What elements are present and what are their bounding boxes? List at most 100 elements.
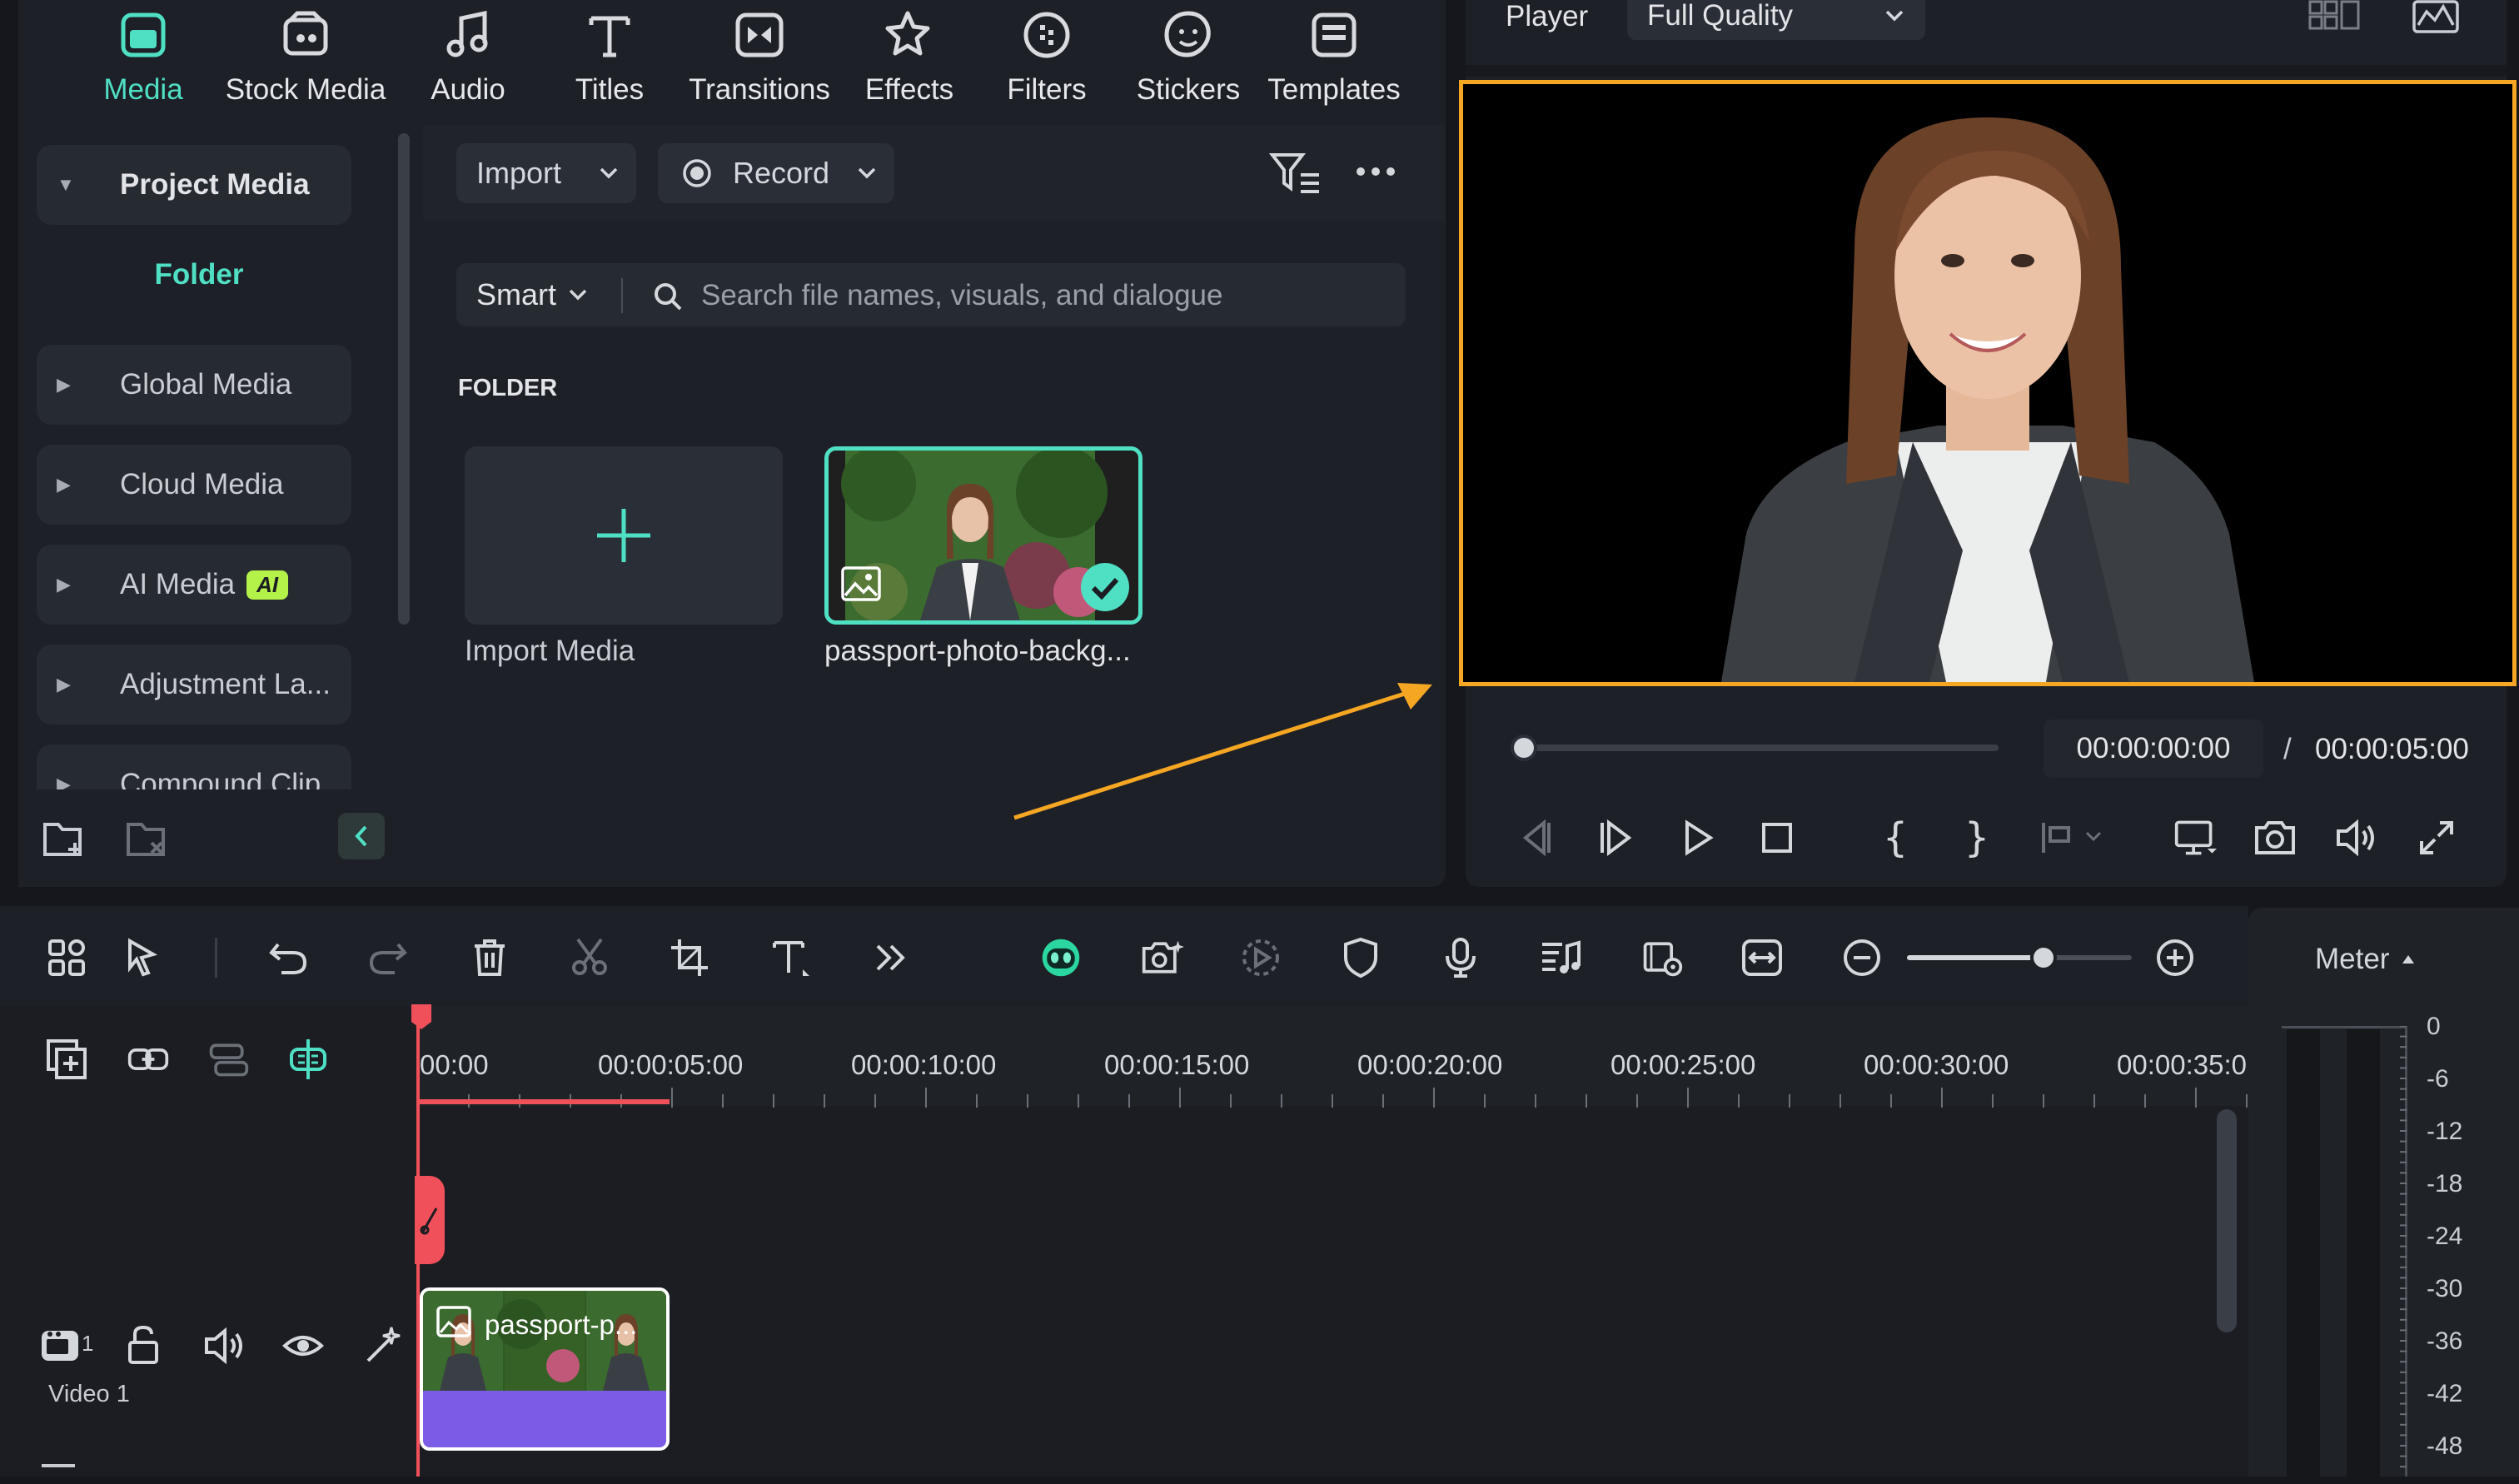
sidebar-scrollbar[interactable]	[398, 133, 410, 625]
display-settings-icon[interactable]	[2170, 814, 2220, 861]
collapse-sidebar-button[interactable]	[338, 813, 385, 859]
layout-grid-icon[interactable]	[43, 934, 90, 981]
meter-title-button[interactable]: Meter	[2315, 943, 2416, 976]
timeline-clip[interactable]: passport-p...	[420, 1287, 670, 1451]
lock-track-icon[interactable]	[120, 1324, 167, 1367]
track-effects-wand-icon[interactable]	[360, 1324, 406, 1367]
annotation-arrow	[1013, 683, 1432, 820]
nav-stickers[interactable]: Stickers	[1118, 0, 1259, 117]
import-button[interactable]: Import	[456, 143, 636, 203]
quality-label: Full Quality	[1647, 0, 1794, 32]
zoom-in-icon[interactable]	[2152, 934, 2198, 981]
grid-view-icon[interactable]	[2307, 0, 2362, 39]
ai-assistant-icon[interactable]	[1036, 934, 1086, 981]
fit-timeline-icon[interactable]	[1739, 934, 1785, 981]
volume-icon[interactable]	[2332, 814, 2378, 861]
zoom-out-icon[interactable]	[1839, 934, 1885, 981]
split-scissors-icon[interactable]	[566, 934, 613, 981]
snapshot-camera-icon[interactable]	[2252, 814, 2298, 861]
ruler-tick-label: 00:00:30:00	[1864, 1049, 2009, 1080]
sidebar-item-adjustment-layer[interactable]: ▶ Adjustment La...	[37, 645, 351, 725]
nav-filters[interactable]: Filters	[980, 0, 1113, 117]
playback-scrubber-track[interactable]	[1524, 744, 1999, 751]
section-title: FOLDER	[458, 375, 558, 401]
meter-scale-label: 0	[2427, 1013, 2441, 1040]
insert-options-icon[interactable]	[2035, 814, 2110, 861]
chevron-down-icon	[1885, 10, 1904, 22]
nav-effects[interactable]: Effects	[843, 0, 976, 117]
link-clips-icon[interactable]	[123, 1036, 173, 1083]
nav-templates[interactable]: Templates	[1251, 0, 1417, 117]
new-folder-icon[interactable]	[42, 818, 87, 864]
preview-render-icon[interactable]	[1637, 934, 1687, 981]
play-icon[interactable]	[1674, 814, 1720, 861]
nav-transitions[interactable]: Transitions	[668, 0, 851, 117]
text-tool-icon[interactable]	[768, 934, 814, 981]
nav-stock-media-label: Stock Media	[225, 73, 386, 106]
smart-dropdown[interactable]: Smart	[476, 277, 588, 311]
sidebar-item-ai-media[interactable]: ▶ AI Media AI	[37, 545, 351, 625]
chevron-down-icon	[858, 167, 876, 179]
mask-shield-icon[interactable]	[1337, 934, 1384, 981]
nav-stock-media[interactable]: Stock Media	[202, 0, 410, 117]
timeline-scrollbar[interactable]	[2217, 1109, 2237, 1332]
nav-titles[interactable]: Titles	[543, 0, 676, 117]
ruler-tick-label: 00:00:20:00	[1357, 1049, 1503, 1080]
nav-audio[interactable]: Audio	[401, 0, 535, 117]
ruler-tick-label: 00:00:15:00	[1104, 1049, 1250, 1080]
prev-frame-icon[interactable]	[1512, 814, 1559, 861]
meter-scale-label: -18	[2427, 1170, 2463, 1198]
delete-trash-icon[interactable]	[466, 934, 513, 981]
sidebar-item-folder[interactable]: Folder	[37, 258, 361, 291]
undo-icon[interactable]	[265, 934, 311, 981]
filter-sort-icon[interactable]	[1268, 150, 1322, 201]
current-time-box[interactable]: 00:00:00:00	[2044, 720, 2263, 778]
quality-dropdown[interactable]: Full Quality	[1627, 0, 1925, 40]
audio-beat-icon[interactable]	[1537, 934, 1584, 981]
import-media-tile[interactable]	[465, 446, 783, 625]
search-input[interactable]	[699, 271, 1386, 320]
scopes-icon[interactable]	[2412, 0, 2460, 39]
fullscreen-icon[interactable]	[2413, 814, 2460, 861]
sidebar-item-cloud-media[interactable]: ▶ Cloud Media	[37, 445, 351, 525]
add-track-icon[interactable]	[43, 1036, 90, 1083]
snap-magnet-icon[interactable]	[285, 1036, 331, 1083]
sidebar-item-label: Cloud Media	[120, 468, 284, 500]
remove-folder-icon[interactable]	[125, 818, 170, 864]
track-visibility-eye-icon[interactable]	[280, 1324, 326, 1367]
stop-icon[interactable]	[1754, 814, 1800, 861]
mark-out-icon[interactable]: }	[1954, 814, 2000, 861]
more-options-icon[interactable]	[1354, 163, 1397, 184]
redo-icon[interactable]	[365, 934, 411, 981]
motion-track-icon[interactable]	[1237, 934, 1284, 981]
zoom-slider-track[interactable]	[1907, 955, 2132, 960]
more-tools-icon[interactable]	[868, 934, 914, 981]
nav-media[interactable]: Media	[68, 0, 218, 117]
unlink-clips-icon[interactable]	[203, 1036, 253, 1083]
caret-right-icon: ▶	[57, 374, 71, 395]
zoom-slider-handle[interactable]	[2030, 944, 2057, 971]
timeline-duration-bar	[418, 1099, 670, 1104]
stock-media-icon	[283, 11, 328, 56]
select-tool-icon[interactable]	[122, 934, 168, 981]
track-audio-icon[interactable]	[200, 1324, 246, 1367]
playhead-split-marker[interactable]	[415, 1176, 445, 1264]
next-frame-icon[interactable]	[1592, 814, 1639, 861]
ai-camera-icon[interactable]	[1138, 934, 1187, 981]
sidebar-item-compound-clip[interactable]: ▶ Compound Clip	[37, 744, 351, 789]
mark-in-icon[interactable]: {	[1872, 814, 1919, 861]
crop-icon[interactable]	[666, 934, 713, 981]
meter-bar-right	[2347, 1029, 2380, 1477]
microphone-icon[interactable]	[1437, 934, 1484, 981]
time-separator: /	[2283, 733, 2292, 765]
record-button[interactable]: Record	[658, 143, 894, 203]
sidebar-item-project-media[interactable]: ▼ Project Media	[37, 145, 351, 225]
total-time: 00:00:05:00	[2315, 733, 2469, 765]
media-file-tile[interactable]	[824, 446, 1143, 625]
sidebar-item-global-media[interactable]: ▶ Global Media	[37, 345, 351, 425]
meter-scale-label: -48	[2427, 1432, 2463, 1460]
zoom-slider-fill	[1907, 955, 2042, 960]
meter-scale-label: -30	[2427, 1275, 2463, 1302]
playback-scrubber-handle[interactable]	[1511, 735, 1537, 761]
record-icon	[683, 159, 711, 187]
